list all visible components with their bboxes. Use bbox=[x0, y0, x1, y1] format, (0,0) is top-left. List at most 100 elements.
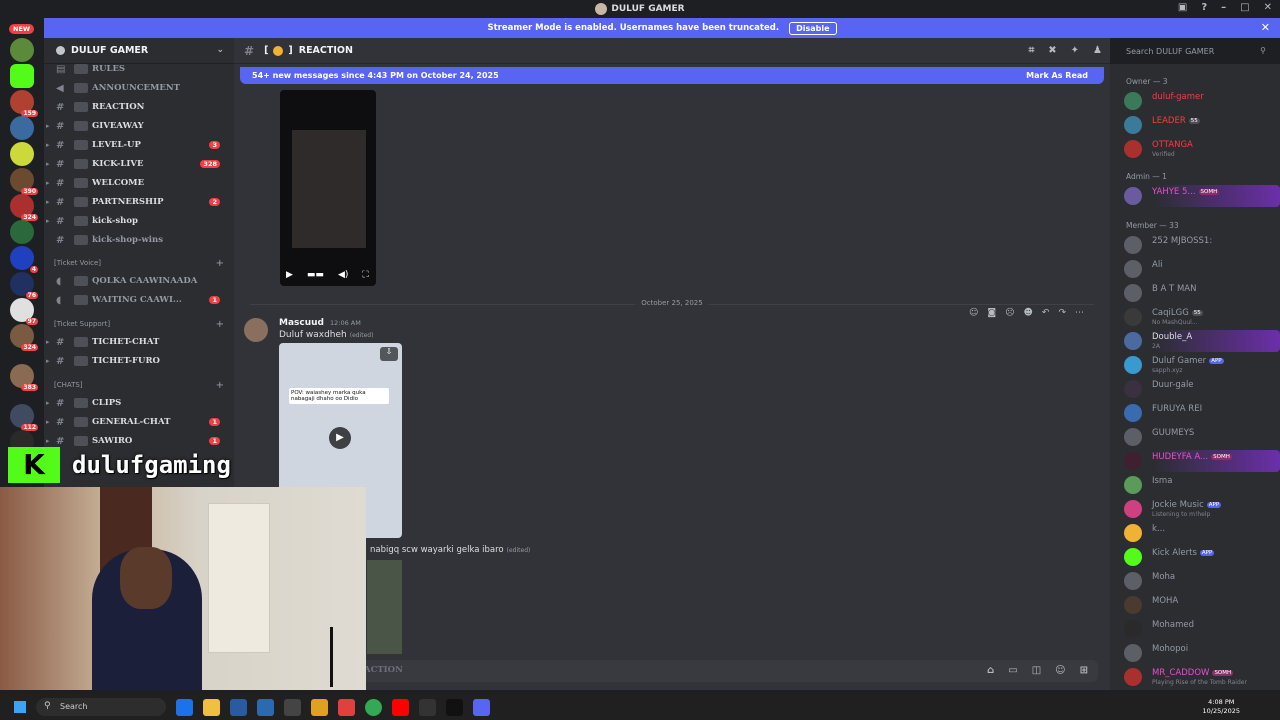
taskbar-search[interactable]: ⚲ Search bbox=[36, 698, 166, 716]
progress-bar[interactable]: ▬▬ bbox=[307, 270, 324, 280]
new-messages-bar[interactable]: 54+ new messages since 4:43 PM on Octobe… bbox=[240, 67, 1104, 84]
image-attachment[interactable] bbox=[367, 560, 402, 654]
reaction-cry-icon[interactable]: ☹ bbox=[1005, 308, 1014, 318]
category-ticket-voice[interactable]: [Ticket Voice] + bbox=[54, 256, 230, 270]
edge-icon[interactable] bbox=[176, 698, 193, 716]
member-item[interactable]: Mohopoi bbox=[1120, 642, 1280, 664]
server-icon[interactable]: 76 bbox=[10, 272, 38, 299]
youtube-icon[interactable] bbox=[392, 698, 409, 716]
channel-level-up[interactable]: ▸ # LEVEL-UP 3 bbox=[46, 136, 230, 154]
member-item[interactable]: Jockie Music APP Listening to m!help bbox=[1120, 498, 1280, 520]
download-icon[interactable]: ⇩ bbox=[380, 347, 398, 361]
voice-channel-qolka[interactable]: ◖ QOLKA CAAWINAADA bbox=[48, 272, 230, 290]
member-item[interactable]: LEADER 55 bbox=[1120, 114, 1280, 136]
close-button[interactable]: ✕ bbox=[1264, 2, 1272, 13]
members-icon[interactable]: ♟ bbox=[1093, 45, 1102, 56]
channel-general-chat[interactable]: ▸ # GENERAL-CHAT 1 bbox=[46, 413, 230, 431]
add-reaction-icon[interactable]: ☻ bbox=[1024, 308, 1033, 318]
app-icon[interactable] bbox=[257, 698, 274, 716]
chrome-icon[interactable] bbox=[365, 698, 382, 716]
server-icon[interactable]: 383 bbox=[10, 364, 38, 391]
maximize-button[interactable]: □ bbox=[1240, 2, 1249, 13]
member-item[interactable]: CaqiLGG 55 No MashQuul... bbox=[1120, 306, 1280, 328]
server-icon[interactable] bbox=[10, 142, 34, 166]
reaction-laugh-icon[interactable]: ☺ bbox=[969, 308, 978, 318]
message-author[interactable]: Mascuud 12:06 AM bbox=[279, 318, 361, 328]
member-item[interactable]: Ali bbox=[1120, 258, 1280, 280]
gift-icon[interactable]: ⌂ bbox=[987, 665, 994, 676]
pin-icon[interactable]: ✦ bbox=[1071, 45, 1079, 56]
threads-icon[interactable]: ⌗ bbox=[1029, 45, 1035, 56]
search-input[interactable]: Search DULUF GAMER ⚲ bbox=[1120, 44, 1272, 60]
category-chats[interactable]: [CHATS] + bbox=[54, 378, 230, 392]
channel-clips[interactable]: ▸ # CLIPS bbox=[46, 394, 230, 412]
help-icon[interactable]: ? bbox=[1201, 2, 1207, 13]
file-explorer-icon[interactable] bbox=[203, 698, 220, 716]
close-icon[interactable]: ✕ bbox=[1261, 21, 1270, 34]
voice-channel-waiting[interactable]: ◖ WAITING CAAWI... 1 bbox=[48, 291, 230, 309]
chevron-down-icon[interactable]: ⌄ bbox=[216, 45, 224, 55]
server-icon[interactable]: 390 bbox=[10, 168, 38, 195]
server-icon[interactable] bbox=[10, 64, 34, 88]
server-icon[interactable] bbox=[10, 38, 34, 62]
capcut-icon[interactable] bbox=[446, 698, 463, 716]
avatar[interactable] bbox=[244, 318, 268, 342]
video-attachment[interactable]: ▶ ▬▬ ◀) ⛶ bbox=[280, 90, 376, 286]
member-item[interactable]: 252 MJBOSS1: bbox=[1120, 234, 1280, 256]
reply-icon[interactable]: ↶ bbox=[1042, 308, 1050, 318]
message-input[interactable]: ACTION ⌂ ▭ ◫ ☺ ⊞ bbox=[246, 660, 1098, 682]
member-item[interactable]: Double_A 2A bbox=[1120, 330, 1280, 352]
member-item[interactable]: duluf-gamer bbox=[1120, 90, 1280, 112]
channel-reaction[interactable]: # REACTION bbox=[48, 98, 230, 116]
system-clock[interactable]: 4:08 PM 10/25/2025 bbox=[1203, 698, 1240, 716]
windows-start-icon[interactable] bbox=[14, 701, 26, 713]
server-icon[interactable] bbox=[10, 116, 34, 140]
channel-tichet-chat[interactable]: ▸ # TICHET-CHAT bbox=[46, 333, 230, 351]
server-icon[interactable]: 324 bbox=[10, 194, 38, 221]
forward-icon[interactable]: ↷ bbox=[1058, 308, 1066, 318]
server-icon[interactable]: 97 bbox=[10, 298, 38, 325]
channel-kick-shop[interactable]: ▸ # kick-shop bbox=[46, 212, 230, 230]
play-icon[interactable]: ▶ bbox=[286, 270, 293, 280]
channel-partnership[interactable]: ▸ # PARTNERSHIP 2 bbox=[46, 193, 230, 211]
member-item[interactable]: MR_CADDOW SOMH Playing Rise of the Tomb Ra… bbox=[1120, 666, 1280, 688]
discord-icon[interactable] bbox=[473, 698, 490, 716]
member-item[interactable]: Isma bbox=[1120, 474, 1280, 496]
member-item[interactable]: MOHA bbox=[1120, 594, 1280, 616]
member-item[interactable]: B A T MAN bbox=[1120, 282, 1280, 304]
member-item[interactable]: Duur-gale bbox=[1120, 378, 1280, 400]
apps-icon[interactable]: ⊞ bbox=[1080, 665, 1088, 676]
member-item[interactable]: Moha bbox=[1120, 570, 1280, 592]
minimize-button[interactable]: – bbox=[1221, 2, 1226, 13]
add-channel-icon[interactable]: + bbox=[216, 380, 224, 391]
channel-welcome[interactable]: ▸ # WELCOME bbox=[46, 174, 230, 192]
member-item[interactable]: FURUYA REI bbox=[1120, 402, 1280, 424]
member-item[interactable]: GUUMEYS bbox=[1120, 426, 1280, 448]
more-icon[interactable]: ⋯ bbox=[1075, 308, 1084, 318]
volume-icon[interactable]: ◀) bbox=[338, 270, 348, 280]
channel-announcement[interactable]: ◀ ANNOUNCEMENT bbox=[48, 79, 230, 97]
server-icon[interactable]: 112 bbox=[10, 404, 38, 431]
app-icon[interactable] bbox=[284, 698, 301, 716]
channel-kick-live[interactable]: ▸ # KICK-LIVE 328 bbox=[46, 155, 230, 173]
app-icon[interactable] bbox=[311, 698, 328, 716]
channel-giveaway[interactable]: ▸ # GIVEAWAY bbox=[46, 117, 230, 135]
play-icon[interactable]: ▶ bbox=[329, 427, 351, 449]
gif-icon[interactable]: ▭ bbox=[1008, 665, 1017, 676]
server-icon[interactable]: 4 bbox=[10, 246, 38, 273]
member-item[interactable]: YAHYE 5... SOMH bbox=[1120, 185, 1280, 207]
app-icon[interactable] bbox=[338, 698, 355, 716]
reaction-icon[interactable]: ◙ bbox=[987, 308, 996, 318]
member-item[interactable]: Mohamed bbox=[1120, 618, 1280, 640]
mute-bell-icon[interactable]: ✖ bbox=[1048, 45, 1056, 56]
member-item[interactable]: k... bbox=[1120, 522, 1280, 544]
disable-button[interactable]: Disable bbox=[789, 21, 837, 35]
add-channel-icon[interactable]: + bbox=[216, 319, 224, 330]
server-icon[interactable]: 159 bbox=[10, 90, 38, 117]
channel-rules[interactable]: ▤ RULES bbox=[48, 60, 230, 78]
obs-icon[interactable] bbox=[419, 698, 436, 716]
member-item[interactable]: OTTANGA Verified bbox=[1120, 138, 1280, 160]
sticker-icon[interactable]: ◫ bbox=[1032, 665, 1041, 676]
member-item[interactable]: Duluf Gamer APP sapph.xyz bbox=[1120, 354, 1280, 376]
member-item[interactable]: HUDEYFA A... SOMH bbox=[1120, 450, 1280, 472]
